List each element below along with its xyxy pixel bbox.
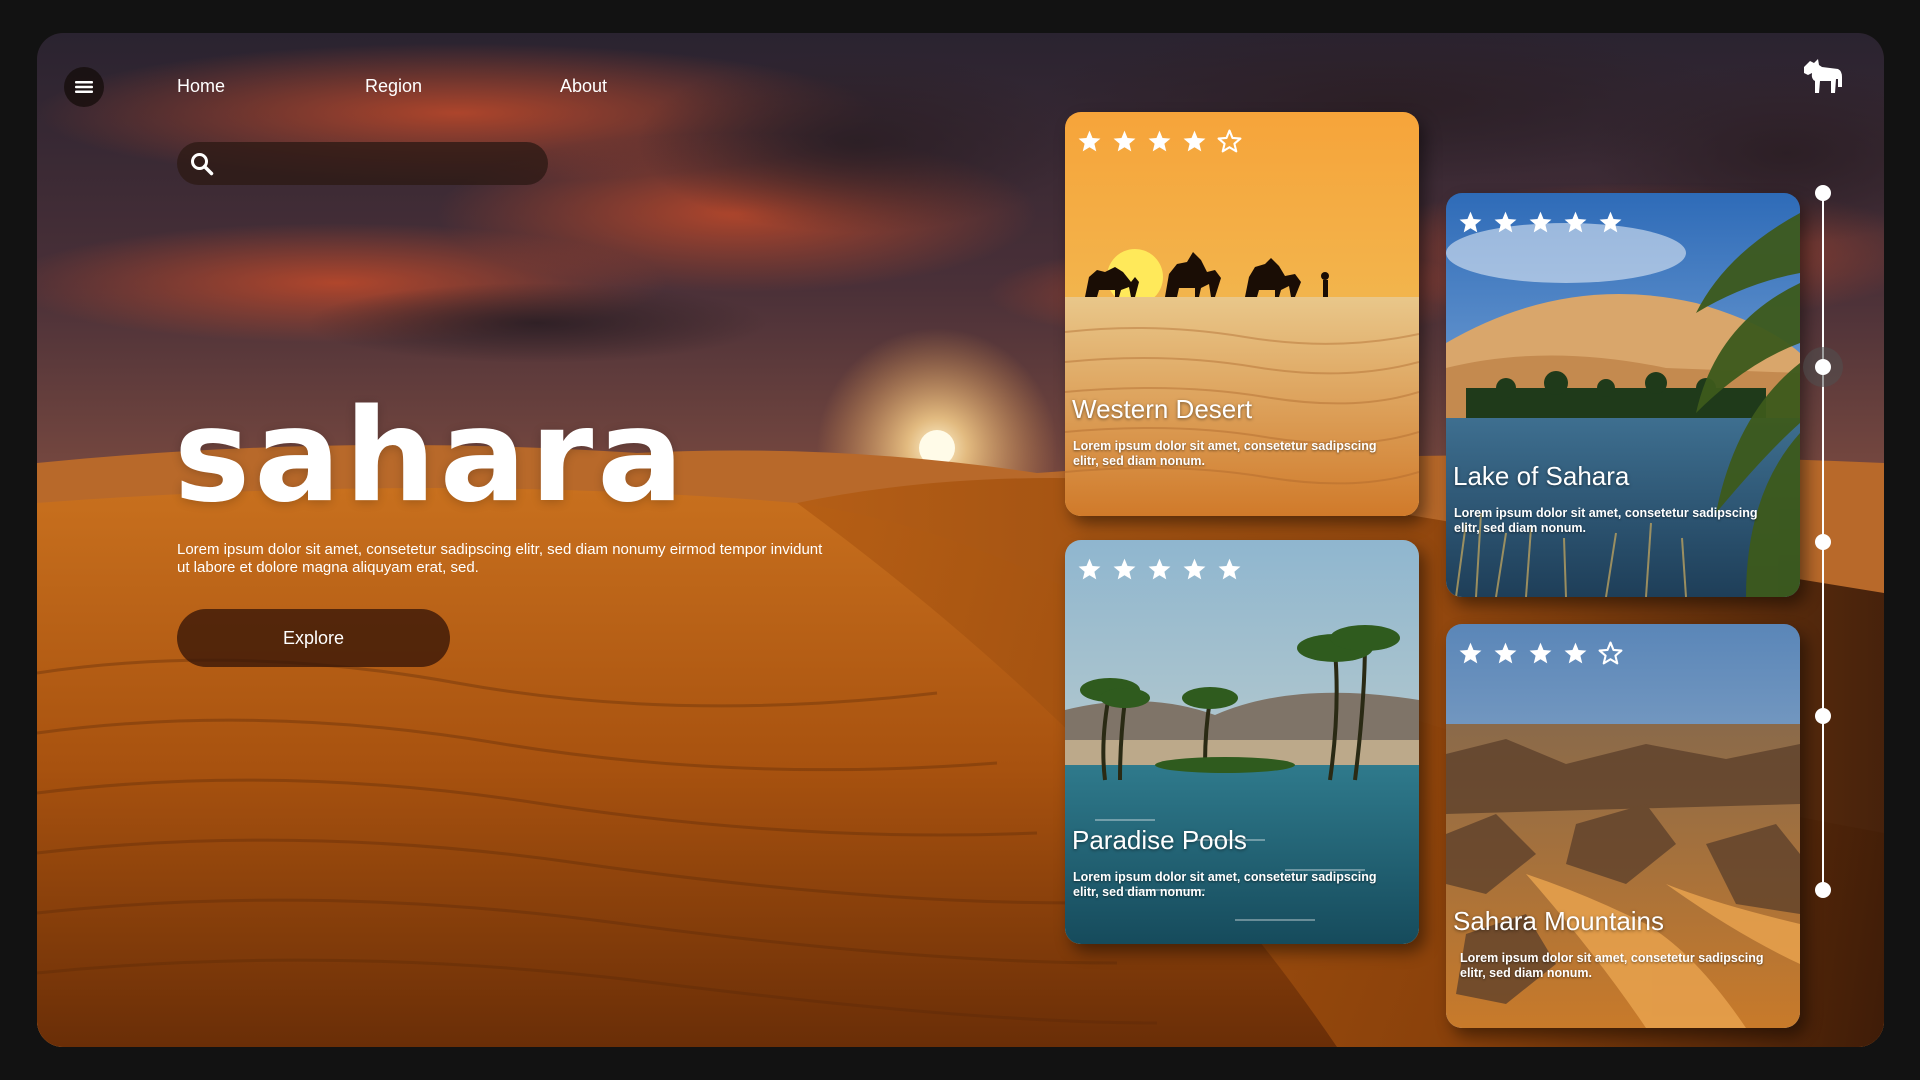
- nav-link-about[interactable]: About: [560, 76, 607, 97]
- star-outline-icon: [1598, 641, 1623, 665]
- timeline-dot[interactable]: [1815, 185, 1831, 201]
- card-title: Western Desert: [1072, 394, 1253, 424]
- star-filled-icon: [1218, 558, 1241, 580]
- star-filled-icon: [1148, 558, 1171, 580]
- nav-link-home[interactable]: Home: [177, 76, 225, 97]
- card-title: Paradise Pools: [1072, 825, 1247, 855]
- search-input[interactable]: [223, 153, 548, 174]
- destination-card-lake-of-sahara[interactable]: Lake of Sahara Lorem ipsum dolor sit ame…: [1446, 193, 1800, 597]
- star-filled-icon: [1529, 211, 1552, 233]
- destination-card-western-desert[interactable]: Western Desert Lorem ipsum dolor sit ame…: [1065, 112, 1419, 516]
- card-description: Lorem ipsum dolor sit amet, consetetur s…: [1460, 951, 1764, 980]
- destination-card-paradise-pools[interactable]: Paradise Pools Lorem ipsum dolor sit ame…: [1065, 540, 1419, 944]
- star-filled-icon: [1564, 211, 1587, 233]
- star-outline-icon: [1217, 129, 1242, 153]
- rating-stars: [1458, 641, 1623, 666]
- star-filled-icon: [1078, 558, 1101, 580]
- card-image: [1446, 193, 1800, 597]
- star-filled-icon: [1459, 211, 1482, 233]
- search-bar[interactable]: [177, 142, 548, 185]
- star-filled-icon: [1459, 642, 1482, 664]
- hero-description: Lorem ipsum dolor sit amet, consetetur s…: [177, 541, 823, 576]
- timeline-dot[interactable]: [1815, 533, 1831, 550]
- rating-stars: [1458, 210, 1623, 235]
- star-filled-icon: [1529, 642, 1552, 664]
- search-icon: [191, 152, 214, 175]
- nav-link-region[interactable]: Region: [365, 76, 422, 97]
- rating-stars: [1077, 129, 1242, 154]
- timeline-dot[interactable]: [1815, 882, 1831, 898]
- star-filled-icon: [1564, 642, 1587, 664]
- star-filled-icon: [1494, 211, 1517, 233]
- card-description: Lorem ipsum dolor sit amet, consetetur s…: [1454, 506, 1758, 535]
- card-title: Lake of Sahara: [1453, 461, 1630, 491]
- star-filled-icon: [1599, 211, 1622, 233]
- menu-button[interactable]: [64, 67, 104, 107]
- horse-icon: [1804, 59, 1842, 93]
- explore-button[interactable]: Explore: [177, 609, 450, 667]
- card-description: Lorem ipsum dolor sit amet, consetetur s…: [1073, 870, 1377, 899]
- star-filled-icon: [1113, 130, 1136, 152]
- star-filled-icon: [1078, 130, 1101, 152]
- star-filled-icon: [1183, 558, 1206, 580]
- star-filled-icon: [1183, 130, 1206, 152]
- card-description: Lorem ipsum dolor sit amet, consetetur s…: [1073, 439, 1377, 468]
- star-filled-icon: [1113, 558, 1136, 580]
- card-title: Sahara Mountains: [1453, 906, 1665, 936]
- rating-stars: [1077, 557, 1242, 582]
- timeline-dot[interactable]: [1815, 707, 1831, 724]
- star-filled-icon: [1494, 642, 1517, 664]
- app-frame: Home Region About sahara Lorem ipsum dol…: [37, 33, 1884, 1047]
- hamburger-menu-icon: [75, 81, 93, 93]
- star-filled-icon: [1148, 130, 1171, 152]
- destination-card-sahara-mountains[interactable]: Sahara Mountains Lorem ipsum dolor sit a…: [1446, 624, 1800, 1028]
- hero-title: sahara: [174, 382, 688, 531]
